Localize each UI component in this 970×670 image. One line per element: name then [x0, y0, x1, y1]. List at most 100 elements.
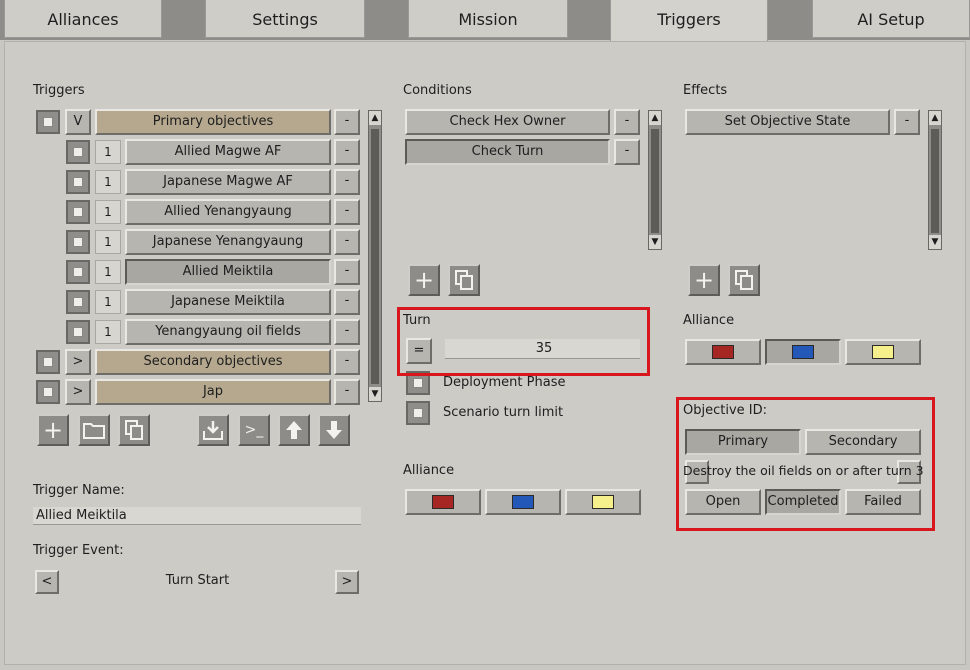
- trigger-checkbox[interactable]: [66, 140, 90, 164]
- trigger-checkbox[interactable]: [66, 320, 90, 344]
- yellow-swatch: [872, 345, 894, 359]
- trigger-item[interactable]: Japanese Magwe AF: [125, 169, 331, 195]
- scroll-thumb[interactable]: [651, 129, 659, 233]
- alliance-yellow-button[interactable]: [565, 489, 641, 515]
- scenario-turn-limit-checkbox[interactable]: [406, 401, 430, 425]
- trigger-name-input[interactable]: Allied Meiktila: [33, 507, 361, 525]
- copy-condition-button[interactable]: [448, 264, 480, 296]
- conditions-scrollbar[interactable]: ▲ ▼: [648, 110, 662, 250]
- add-effect-button[interactable]: +: [688, 264, 720, 296]
- remove-condition-button[interactable]: -: [614, 109, 640, 135]
- scroll-thumb[interactable]: [931, 129, 939, 233]
- effects-scrollbar[interactable]: ▲ ▼: [928, 110, 942, 250]
- plus-icon: +: [42, 416, 64, 444]
- deployment-phase-label: Deployment Phase: [443, 375, 566, 390]
- add-folder-button[interactable]: [78, 414, 110, 446]
- remove-trigger-button[interactable]: -: [334, 169, 360, 195]
- effects-title: Effects: [683, 83, 728, 98]
- event-next-button[interactable]: >: [335, 570, 359, 594]
- scroll-up-icon[interactable]: ▲: [369, 111, 381, 125]
- copy-icon: [455, 270, 473, 290]
- effect-alliance-yellow-button[interactable]: [845, 339, 921, 365]
- copy-icon: [735, 270, 753, 290]
- remove-trigger-button[interactable]: -: [334, 379, 360, 405]
- remove-trigger-button[interactable]: -: [334, 199, 360, 225]
- trigger-item[interactable]: Secondary objectives: [95, 349, 331, 375]
- conditions-title: Conditions: [403, 83, 472, 98]
- tab-mission[interactable]: Mission: [408, 0, 568, 38]
- trigger-order-field[interactable]: 1: [95, 170, 121, 194]
- effect-item[interactable]: Set Objective State: [685, 109, 890, 135]
- trigger-order-field[interactable]: 1: [95, 320, 121, 344]
- scroll-down-icon[interactable]: ▼: [929, 235, 941, 249]
- trigger-item[interactable]: Yenangyaung oil fields: [125, 319, 331, 345]
- trigger-item[interactable]: Japanese Meiktila: [125, 289, 331, 315]
- tab-ai-setup[interactable]: AI Setup: [812, 0, 970, 38]
- trigger-list-scrollbar[interactable]: ▲ ▼: [368, 110, 382, 402]
- blue-swatch: [792, 345, 814, 359]
- red-swatch: [712, 345, 734, 359]
- remove-trigger-button[interactable]: -: [334, 229, 360, 255]
- remove-effect-button[interactable]: -: [894, 109, 920, 135]
- tab-alliances[interactable]: Alliances: [4, 0, 162, 38]
- trigger-checkbox[interactable]: [66, 200, 90, 224]
- trigger-expand-toggle[interactable]: >: [65, 349, 91, 375]
- plus-icon: +: [693, 266, 715, 294]
- import-trigger-button[interactable]: [197, 414, 229, 446]
- trigger-order-field[interactable]: 1: [95, 140, 121, 164]
- remove-condition-button[interactable]: -: [614, 139, 640, 165]
- trigger-expand-toggle[interactable]: V: [65, 109, 91, 135]
- add-condition-button[interactable]: +: [408, 264, 440, 296]
- trigger-item[interactable]: Allied Magwe AF: [125, 139, 331, 165]
- trigger-checkbox[interactable]: [36, 110, 60, 134]
- tab-triggers[interactable]: Triggers: [610, 0, 768, 41]
- scroll-up-icon[interactable]: ▲: [649, 111, 661, 125]
- move-down-button[interactable]: [318, 414, 350, 446]
- trigger-checkbox[interactable]: [66, 230, 90, 254]
- trigger-item[interactable]: Primary objectives: [95, 109, 331, 135]
- remove-trigger-button[interactable]: -: [334, 259, 360, 285]
- trigger-order-field[interactable]: 1: [95, 200, 121, 224]
- move-up-button[interactable]: [278, 414, 310, 446]
- trigger-item-selected[interactable]: Allied Meiktila: [125, 259, 331, 285]
- alliance-red-button[interactable]: [405, 489, 481, 515]
- scroll-thumb[interactable]: [371, 129, 379, 384]
- remove-trigger-button[interactable]: -: [334, 139, 360, 165]
- trigger-item[interactable]: Japanese Yenangyaung: [125, 229, 331, 255]
- trigger-event-label: Trigger Event:: [33, 543, 124, 558]
- scroll-down-icon[interactable]: ▼: [649, 235, 661, 249]
- conditions-alliance-label: Alliance: [403, 463, 455, 478]
- scroll-down-icon[interactable]: ▼: [369, 387, 381, 401]
- event-prev-button[interactable]: <: [35, 570, 59, 594]
- tab-settings[interactable]: Settings: [205, 0, 365, 38]
- copy-trigger-button[interactable]: [118, 414, 150, 446]
- import-icon: [203, 421, 223, 440]
- tab-bar: Alliances Settings Mission Triggers AI S…: [0, 0, 970, 41]
- trigger-checkbox[interactable]: [36, 380, 60, 404]
- trigger-order-field[interactable]: 1: [95, 260, 121, 284]
- add-trigger-button[interactable]: +: [37, 414, 69, 446]
- remove-trigger-button[interactable]: -: [334, 349, 360, 375]
- condition-item-selected[interactable]: Check Turn: [405, 139, 610, 165]
- alliance-blue-button[interactable]: [485, 489, 561, 515]
- trigger-item[interactable]: Allied Yenangyaung: [125, 199, 331, 225]
- remove-trigger-button[interactable]: -: [334, 289, 360, 315]
- scroll-up-icon[interactable]: ▲: [929, 111, 941, 125]
- remove-trigger-button[interactable]: -: [334, 319, 360, 345]
- trigger-item[interactable]: Jap: [95, 379, 331, 405]
- trigger-checkbox[interactable]: [36, 350, 60, 374]
- trigger-checkbox[interactable]: [66, 260, 90, 284]
- remove-trigger-button[interactable]: -: [334, 109, 360, 135]
- effects-alliance-label: Alliance: [683, 313, 735, 328]
- copy-effect-button[interactable]: [728, 264, 760, 296]
- objective-highlight-box: [676, 397, 935, 531]
- trigger-expand-toggle[interactable]: >: [65, 379, 91, 405]
- condition-item[interactable]: Check Hex Owner: [405, 109, 610, 135]
- effect-alliance-red-button[interactable]: [685, 339, 761, 365]
- effect-alliance-blue-button[interactable]: [765, 339, 841, 365]
- trigger-checkbox[interactable]: [66, 290, 90, 314]
- trigger-order-field[interactable]: 1: [95, 290, 121, 314]
- console-button[interactable]: >_: [238, 414, 270, 446]
- trigger-checkbox[interactable]: [66, 170, 90, 194]
- trigger-order-field[interactable]: 1: [95, 230, 121, 254]
